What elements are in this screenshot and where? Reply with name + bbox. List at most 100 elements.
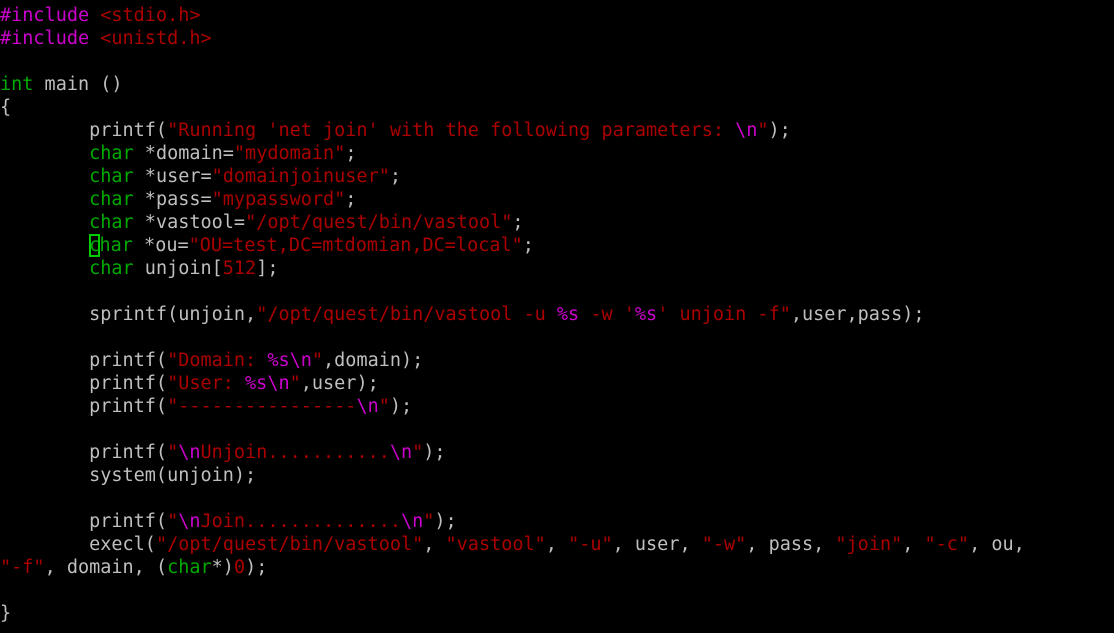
code-token-str: " [311,350,324,371]
code-token-str: " [378,396,390,417]
code-token-kw: char [89,258,134,279]
code-line[interactable]: printf("----------------\n"); [0,395,1036,418]
code-token-norm: *ou= [132,235,189,256]
code-token-num: 0 [233,557,246,578]
code-token-kw: char [167,557,212,578]
code-token-str: " [167,511,179,532]
code-line[interactable]: printf("Domain: %s\n",domain); [0,349,1036,372]
code-token-kw: har [99,235,133,256]
code-line[interactable] [0,579,1036,602]
code-token-norm: ,domain); [323,350,424,371]
code-token-norm [0,235,89,256]
code-token-norm [0,166,89,187]
code-token-str: Unjoin........... [200,442,390,463]
code-token-esc: \n [178,442,201,463]
code-line[interactable]: printf("User: %s\n",user); [0,372,1036,395]
code-line[interactable] [0,50,1036,73]
code-token-norm: ); [423,442,446,463]
code-line[interactable] [0,280,1036,303]
code-token-str: " [757,120,769,141]
code-line[interactable]: int main () [0,73,1036,96]
code-line[interactable]: char *pass="mypassword"; [0,188,1036,211]
code-line[interactable]: sprintf(unjoin,"/opt/quest/bin/vastool -… [0,303,1036,326]
code-token-norm: , ou, [969,534,1036,555]
code-token-norm: , [423,534,446,555]
code-line[interactable]: char unjoin[512]; [0,257,1036,280]
code-token-norm: sprintf(unjoin, [0,304,257,325]
code-token-str: " [167,442,179,463]
code-line[interactable] [0,326,1036,349]
code-token-esc: %s\n [245,373,290,394]
code-line[interactable]: char *user="domainjoinuser"; [0,165,1036,188]
code-token-norm: , domain, ( [44,557,168,578]
code-token-kw: char [89,212,134,233]
code-token-pre: #include [0,28,101,49]
code-token-str: " [423,511,435,532]
code-line[interactable]: char *vastool="/opt/quest/bin/vastool"; [0,211,1036,234]
code-token-str: "Domain: [167,350,268,371]
code-line[interactable]: } [0,602,1036,625]
code-token-esc: \n [389,442,413,463]
code-token-norm: ; [522,235,534,256]
code-line[interactable]: "-f", domain, (char*)0); [0,556,1036,579]
code-token-str: <stdio.h> [100,5,201,26]
code-token-str: "-u" [568,534,613,555]
code-token-str: "-c" [924,534,970,555]
code-token-norm: ,user); [300,373,379,394]
code-token-norm: ); [434,511,457,532]
code-token-norm: *pass= [133,189,212,210]
code-token-norm: *) [211,557,234,578]
code-token-str: "-w" [701,534,747,555]
text-cursor: c [89,235,101,256]
code-line[interactable]: #include <unistd.h> [0,27,1036,50]
code-line[interactable]: printf("\nUnjoin...........\n"); [0,441,1036,464]
code-line[interactable] [0,487,1036,510]
code-token-str: " [289,373,301,394]
code-token-norm: printf( [0,373,168,394]
code-token-norm: ); [389,396,413,417]
code-token-norm: system(unjoin); [0,465,257,486]
code-line[interactable] [0,418,1036,441]
code-token-norm: execl( [0,534,156,555]
code-token-norm: { [0,97,12,118]
code-token-norm: } [0,603,12,624]
code-token-norm [0,143,89,164]
code-token-str: <unistd.h> [100,28,212,49]
code-token-esc: %s [556,304,580,325]
code-line[interactable]: execl("/opt/quest/bin/vastool", "vastool… [0,533,1036,556]
code-line[interactable]: printf("\nJoin..............\n"); [0,510,1036,533]
code-token-str: "User: [167,373,246,394]
code-editor[interactable]: #include <stdio.h> #include <unistd.h> in… [0,0,1114,633]
code-token-norm: ; [512,212,524,233]
code-line[interactable]: #include <stdio.h> [0,4,1036,27]
code-token-norm: , [545,534,569,555]
code-token-str: "-f" [0,557,45,578]
code-token-norm: printf( [0,511,168,532]
code-token-norm: printf( [0,120,168,141]
code-token-norm: *domain= [133,143,234,164]
code-line[interactable]: char *ou="OU=test,DC=mtdomian,DC=local"; [0,234,1036,257]
code-line[interactable]: printf("Running 'net join' with the foll… [0,119,1036,142]
code-token-str: "/opt/quest/bin/vastool" [155,534,424,555]
code-token-norm: ; [389,166,401,187]
code-token-str: "mydomain" [233,143,346,164]
code-token-kw: char [89,166,134,187]
code-token-norm: , user, [612,534,702,555]
code-token-norm: ]; [256,258,279,279]
code-line[interactable]: char *domain="mydomain"; [0,142,1036,165]
code-token-kw: char [89,143,134,164]
code-token-norm [0,189,89,210]
code-token-str: " [412,442,424,463]
code-token-norm: ,user,pass); [790,304,925,325]
code-token-norm: ); [768,120,791,141]
code-token-norm: printf( [0,350,168,371]
code-token-esc: %s [634,304,658,325]
code-token-num: 512 [222,258,257,279]
code-token-norm: *vastool= [133,212,246,233]
source-code-view[interactable]: #include <stdio.h> #include <unistd.h> in… [0,4,1036,625]
code-token-esc: \n [356,396,379,417]
code-line[interactable]: system(unjoin); [0,464,1036,487]
code-token-esc: \n [400,511,424,532]
code-token-norm: , pass, [746,534,836,555]
code-line[interactable]: { [0,96,1036,119]
